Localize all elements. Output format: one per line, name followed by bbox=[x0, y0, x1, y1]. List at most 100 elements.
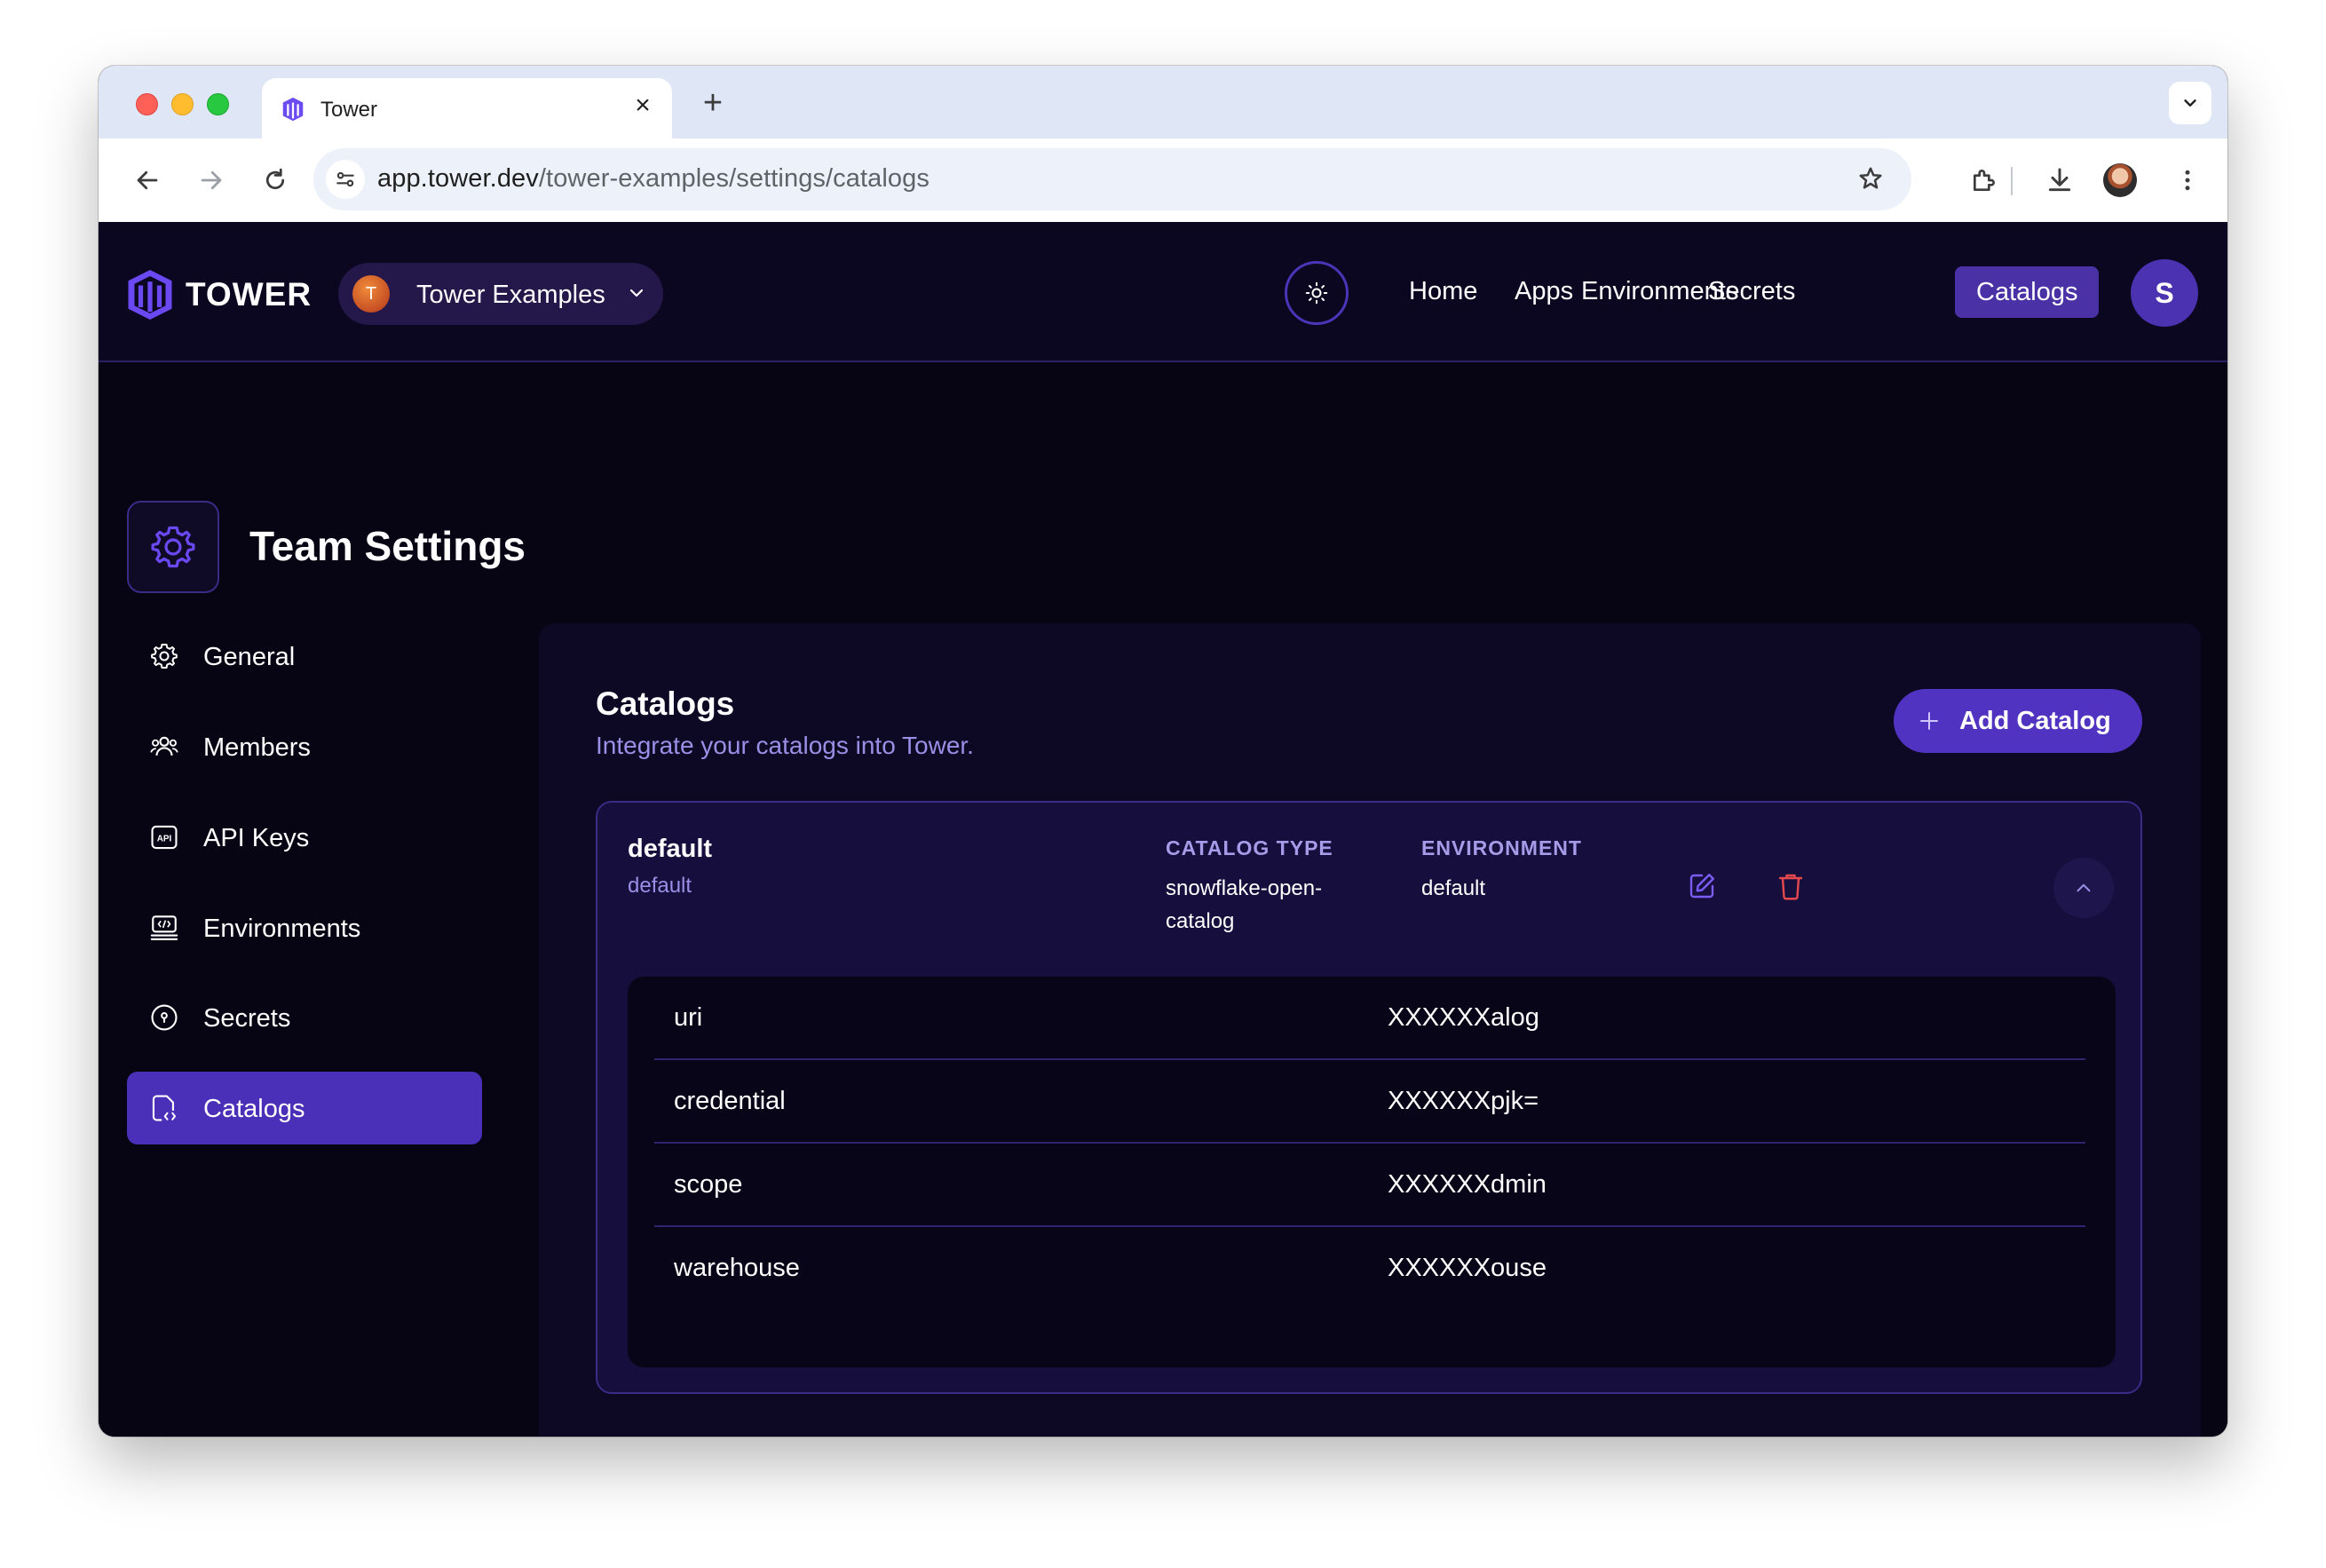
app-header: TOWER T Tower Examples Home Apps Environ… bbox=[99, 222, 2227, 362]
close-window-button[interactable] bbox=[136, 93, 158, 115]
catalog-type-line-1: snowflake-open- bbox=[1166, 876, 1323, 900]
sidebar-item-label: Secrets bbox=[203, 1004, 291, 1033]
toolbar-divider bbox=[2011, 167, 2013, 195]
property-row: warehouse XXXXXXouse bbox=[654, 1227, 2085, 1311]
forward-button[interactable] bbox=[189, 158, 233, 202]
gear-icon bbox=[148, 640, 180, 672]
nav-secrets[interactable]: Secrets bbox=[1687, 265, 1816, 318]
sidebar-item-secrets[interactable]: Secrets bbox=[127, 981, 482, 1054]
sidebar-item-label: API Keys bbox=[203, 824, 310, 852]
browser-menu-button[interactable] bbox=[2165, 158, 2210, 202]
tower-logo[interactable]: TOWER bbox=[125, 268, 312, 321]
browser-tab-tower[interactable]: Tower × bbox=[262, 78, 672, 139]
tower-app: TOWER T Tower Examples Home Apps Environ… bbox=[99, 222, 2227, 1437]
browser-profile-avatar[interactable] bbox=[2103, 163, 2137, 197]
collapse-catalog-button[interactable] bbox=[2053, 858, 2114, 918]
catalog-type-header: CATALOG TYPE bbox=[1166, 836, 1333, 859]
download-icon bbox=[2048, 168, 2071, 192]
section-subtitle: Integrate your catalogs into Tower. bbox=[596, 732, 974, 759]
tower-favicon-icon bbox=[280, 96, 306, 123]
kebab-menu-icon bbox=[2185, 170, 2190, 191]
delete-catalog-button[interactable] bbox=[1771, 867, 1810, 906]
minimize-window-button[interactable] bbox=[171, 93, 194, 115]
maximize-window-button[interactable] bbox=[207, 93, 229, 115]
new-tab-button[interactable]: + bbox=[693, 83, 732, 123]
sidebar-item-general[interactable]: General bbox=[127, 620, 482, 693]
section-title: Catalogs bbox=[596, 685, 735, 722]
catalog-card: default default CATALOG TYPE snowflake-o… bbox=[596, 801, 2142, 1394]
reload-button[interactable] bbox=[253, 158, 297, 202]
plus-icon bbox=[1920, 712, 1938, 730]
environment-header: ENVIRONMENT bbox=[1421, 836, 1582, 859]
svg-text:API: API bbox=[157, 834, 172, 843]
logo-text: TOWER bbox=[186, 276, 313, 313]
sidebar-item-api-keys[interactable]: API API Keys bbox=[127, 801, 482, 874]
theme-toggle-button[interactable] bbox=[1285, 261, 1349, 325]
tab-search-button[interactable] bbox=[2169, 82, 2211, 124]
gear-icon bbox=[151, 526, 195, 568]
team-switcher[interactable]: T Tower Examples bbox=[338, 263, 663, 325]
team-avatar: T bbox=[352, 275, 390, 313]
browser-toolbar: app.tower.dev/tower-examples/settings/ca… bbox=[99, 139, 2227, 222]
catalog-properties: uri XXXXXXalog credential XXXXXXpjk= sco… bbox=[628, 977, 2116, 1367]
team-name: Tower Examples bbox=[416, 281, 605, 309]
property-key: scope bbox=[674, 1170, 743, 1199]
sidebar-item-label: Environments bbox=[203, 915, 361, 943]
team-settings-badge bbox=[127, 501, 219, 593]
catalog-type-line-2: catalog bbox=[1166, 909, 1235, 933]
property-value: XXXXXXdmin bbox=[1388, 1170, 1547, 1199]
environment-value: default bbox=[1421, 876, 1486, 900]
browser-tabstrip: Tower × + bbox=[99, 66, 2227, 139]
bookmark-star-icon[interactable] bbox=[1853, 161, 1888, 196]
sun-icon bbox=[1305, 281, 1328, 305]
puzzle-icon bbox=[1974, 170, 1995, 191]
api-icon: API bbox=[148, 821, 180, 853]
extensions-button[interactable] bbox=[1962, 158, 2006, 202]
sidebar-item-catalogs[interactable]: Catalogs bbox=[127, 1072, 482, 1144]
user-avatar[interactable]: S bbox=[2131, 259, 2198, 327]
url-path: /tower-examples/settings/catalogs bbox=[538, 164, 930, 193]
users-icon bbox=[148, 731, 180, 763]
edit-icon bbox=[1689, 874, 1714, 899]
property-key: credential bbox=[674, 1087, 786, 1115]
chevron-up-icon bbox=[2077, 883, 2091, 892]
site-settings-icon[interactable] bbox=[326, 160, 365, 199]
property-value: XXXXXXalog bbox=[1388, 1003, 1539, 1032]
downloads-button[interactable] bbox=[2037, 158, 2082, 202]
back-button[interactable] bbox=[125, 158, 170, 202]
page-title: Team Settings bbox=[249, 523, 526, 569]
address-bar[interactable]: app.tower.dev/tower-examples/settings/ca… bbox=[313, 148, 1911, 210]
sidebar-item-environments[interactable]: Environments bbox=[127, 891, 482, 964]
url-text: app.tower.dev/tower-examples/settings/ca… bbox=[377, 164, 930, 194]
sidebar-item-label: General bbox=[203, 643, 296, 671]
add-catalog-button[interactable]: Add Catalog bbox=[1894, 689, 2142, 753]
add-catalog-label: Add Catalog bbox=[1959, 707, 2111, 735]
sidebar-item-label: Catalogs bbox=[203, 1095, 305, 1123]
property-value: XXXXXXouse bbox=[1388, 1254, 1547, 1282]
property-row: scope XXXXXXdmin bbox=[654, 1144, 2085, 1227]
secret-icon bbox=[148, 1002, 180, 1033]
catalog-slug: default bbox=[628, 874, 692, 898]
tower-logo-icon bbox=[128, 270, 172, 320]
catalog-type-value: snowflake-open- catalog bbox=[1166, 872, 1322, 938]
arrow-right-icon bbox=[201, 170, 222, 190]
property-key: uri bbox=[674, 1003, 703, 1032]
tab-close-icon[interactable]: × bbox=[628, 91, 658, 121]
property-row: credential XXXXXXpjk= bbox=[654, 1060, 2085, 1144]
catalog-icon bbox=[148, 1092, 180, 1124]
nav-catalogs[interactable]: Catalogs bbox=[1955, 266, 2100, 318]
trash-icon bbox=[1778, 874, 1803, 900]
sidebar-item-label: Members bbox=[203, 733, 311, 762]
nav-home[interactable]: Home bbox=[1388, 265, 1499, 318]
tab-title: Tower bbox=[320, 98, 378, 122]
reload-icon bbox=[265, 168, 285, 190]
chevron-down-icon bbox=[2184, 99, 2196, 107]
arrow-left-icon bbox=[137, 170, 158, 190]
property-row: uri XXXXXXalog bbox=[654, 977, 2085, 1060]
property-value: XXXXXXpjk= bbox=[1388, 1087, 1539, 1115]
edit-catalog-button[interactable] bbox=[1682, 867, 1721, 906]
chevron-down-icon bbox=[629, 289, 644, 297]
catalog-name: default bbox=[628, 835, 713, 863]
property-key: warehouse bbox=[674, 1254, 800, 1282]
sidebar-item-members[interactable]: Members bbox=[127, 710, 482, 783]
